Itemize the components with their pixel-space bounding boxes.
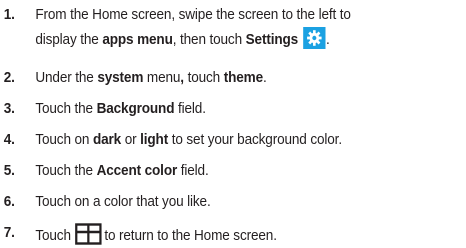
text-run: field.	[177, 163, 209, 179]
step-text-continued: display the apps menu, then touch Settin…	[35, 27, 330, 50]
text-run: .	[325, 32, 330, 48]
step-number: 2.	[3, 70, 15, 86]
step-number: 3.	[3, 101, 15, 117]
settings-label: Settings	[245, 32, 299, 48]
apps-menu-label: apps menu	[102, 32, 173, 48]
step-number: 6.	[3, 194, 15, 210]
background-label: Background	[96, 101, 175, 117]
text-run: or	[121, 132, 141, 148]
step-text: From the Home screen, swipe the screen t…	[35, 7, 351, 23]
text-run: touch	[183, 70, 224, 86]
text-run: Touch on	[35, 132, 93, 148]
text-run: to set your background color.	[168, 132, 342, 148]
step-text: Touch on a color that you like.	[35, 194, 211, 210]
step-text: Under the system menu, touch theme.	[35, 68, 266, 88]
text-run: Under the	[35, 70, 98, 86]
theme-label: theme	[223, 70, 263, 86]
text-run: to return to the Home screen.	[104, 228, 277, 244]
system-label: system	[97, 70, 144, 86]
text-run: , then touch	[172, 32, 246, 48]
step-text: Touch the Background field.	[35, 99, 206, 119]
text-run: display the	[35, 32, 103, 48]
text-run: menu	[143, 70, 181, 86]
light-label: light	[140, 132, 169, 148]
step-number: 5.	[3, 163, 15, 179]
text-run: Touch the	[35, 101, 97, 117]
dark-label: dark	[92, 132, 122, 148]
windows-start-icon	[75, 223, 103, 245]
step-number: 1.	[3, 7, 15, 23]
step-number: 4.	[3, 132, 15, 148]
step-text: Touch on dark or light to set your backg…	[35, 130, 342, 150]
text-run: field.	[174, 101, 206, 117]
step-number: 7.	[3, 225, 15, 241]
accent-color-label: Accent color	[96, 163, 178, 179]
step-text: Touch to return to the Home screen.	[35, 223, 277, 246]
step-text: Touch the Accent color field.	[35, 161, 208, 181]
text-run: Touch	[35, 228, 71, 244]
settings-gear-icon	[303, 27, 326, 49]
text-run: Touch the	[35, 163, 97, 179]
text-run: .	[262, 70, 267, 86]
